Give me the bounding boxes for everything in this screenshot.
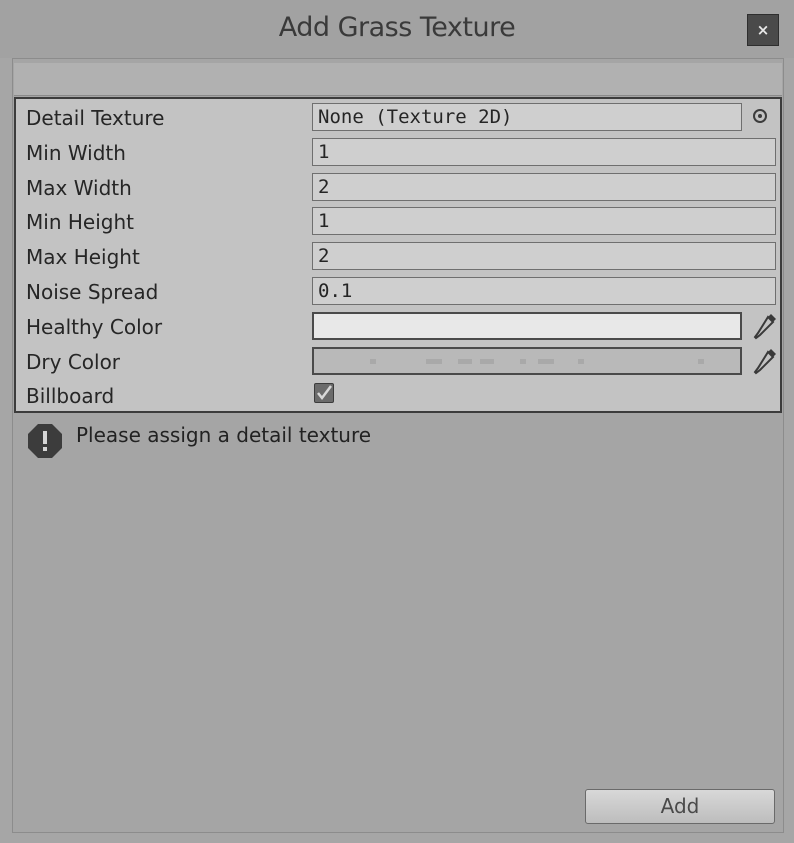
row-dry-color: Dry Color xyxy=(26,345,776,379)
grass-settings-panel: Detail Texture None (Texture 2D) Min Wid… xyxy=(14,97,782,413)
min-width-field[interactable]: 1 xyxy=(312,138,776,166)
healthy-color-label: Healthy Color xyxy=(26,315,163,339)
detail-texture-label: Detail Texture xyxy=(26,106,165,130)
row-min-height: Min Height 1 xyxy=(26,205,776,239)
row-noise-spread: Noise Spread 0.1 xyxy=(26,275,776,309)
eyedropper-icon[interactable] xyxy=(752,310,780,342)
warning-icon xyxy=(28,424,62,458)
title-bar[interactable]: Add Grass Texture × xyxy=(0,0,794,58)
min-height-field[interactable]: 1 xyxy=(312,207,776,235)
dry-color-swatch[interactable] xyxy=(312,347,742,375)
header-strip xyxy=(14,63,782,96)
dry-color-texture xyxy=(314,359,740,365)
dry-color-label: Dry Color xyxy=(26,350,121,374)
healthy-color-swatch[interactable] xyxy=(312,312,742,340)
row-healthy-color: Healthy Color xyxy=(26,310,776,344)
billboard-checkbox[interactable] xyxy=(314,383,334,403)
row-billboard: Billboard xyxy=(26,379,776,413)
object-picker-icon[interactable] xyxy=(753,109,767,123)
max-height-field[interactable]: 2 xyxy=(312,242,776,270)
max-height-label: Max Height xyxy=(26,245,140,269)
checkmark-icon xyxy=(317,385,332,401)
row-detail-texture: Detail Texture None (Texture 2D) xyxy=(26,101,776,135)
min-height-label: Min Height xyxy=(26,210,134,234)
add-button[interactable]: Add xyxy=(585,789,775,824)
max-width-label: Max Width xyxy=(26,176,132,200)
noise-spread-label: Noise Spread xyxy=(26,280,159,304)
eyedropper-icon[interactable] xyxy=(752,345,780,377)
row-max-width: Max Width 2 xyxy=(26,171,776,205)
billboard-label: Billboard xyxy=(26,384,115,408)
row-min-width: Min Width 1 xyxy=(26,136,776,170)
add-grass-texture-window: Add Grass Texture × Detail Texture None … xyxy=(0,0,794,843)
close-icon: × xyxy=(756,21,770,39)
help-message: Please assign a detail texture xyxy=(76,423,372,447)
row-max-height: Max Height 2 xyxy=(26,240,776,274)
detail-texture-field[interactable]: None (Texture 2D) xyxy=(312,103,742,131)
noise-spread-field[interactable]: 0.1 xyxy=(312,277,776,305)
help-box: Please assign a detail texture xyxy=(14,415,782,467)
close-button[interactable]: × xyxy=(747,14,779,46)
max-width-field[interactable]: 2 xyxy=(312,173,776,201)
window-title: Add Grass Texture xyxy=(278,12,516,43)
min-width-label: Min Width xyxy=(26,141,126,165)
